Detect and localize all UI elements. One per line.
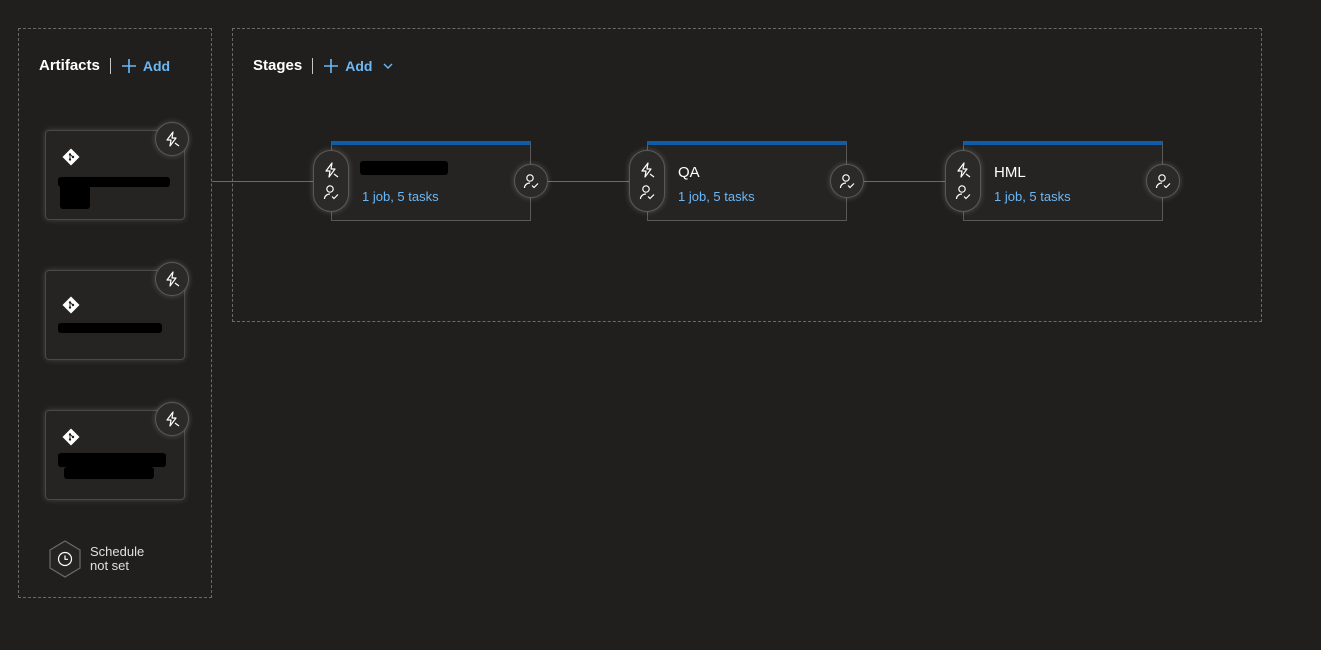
stage-card[interactable]: QA 1 job, 5 tasks — [647, 141, 847, 221]
stages-title: Stages — [253, 57, 303, 74]
stage-connector — [547, 181, 631, 182]
continuous-deployment-trigger-button[interactable] — [155, 122, 189, 156]
git-icon — [62, 148, 80, 166]
stages-header: Stages Add — [253, 57, 394, 74]
add-artifact-button[interactable]: Add — [121, 58, 170, 74]
approver-icon — [523, 173, 539, 189]
pre-deployment-conditions-button[interactable] — [629, 150, 665, 212]
approver-icon — [323, 184, 339, 200]
artifact-name-redacted — [60, 183, 90, 209]
clock-icon — [49, 540, 81, 578]
continuous-deployment-trigger-button[interactable] — [155, 262, 189, 296]
pre-deployment-conditions-button[interactable] — [313, 150, 349, 212]
artifact-stage-connector — [212, 181, 314, 182]
schedule-button[interactable]: Schedule not set — [48, 540, 160, 578]
approver-icon — [1155, 173, 1171, 189]
post-deployment-conditions-button[interactable] — [830, 164, 864, 198]
artifact-name-redacted — [58, 453, 166, 467]
chevron-down-icon — [383, 63, 393, 69]
git-icon — [62, 296, 80, 314]
stage-card[interactable]: HML 1 job, 5 tasks — [963, 141, 1163, 221]
approver-icon — [955, 184, 971, 200]
lightning-icon — [164, 411, 180, 427]
stage-detail[interactable]: 1 job, 5 tasks — [678, 189, 755, 204]
approver-icon — [639, 184, 655, 200]
artifacts-header: Artifacts Add — [39, 57, 170, 74]
schedule-line-1: Schedule — [90, 544, 145, 559]
schedule-line-2: not set — [90, 558, 130, 573]
approver-icon — [839, 173, 855, 189]
add-stage-label: Add — [345, 57, 373, 74]
header-separator — [109, 57, 111, 74]
stage-connector — [863, 181, 947, 182]
stage-card[interactable]: 1 job, 5 tasks — [331, 141, 531, 221]
pre-deployment-conditions-button[interactable] — [945, 150, 981, 212]
stage-detail[interactable]: 1 job, 5 tasks — [362, 189, 439, 204]
stage-detail[interactable]: 1 job, 5 tasks — [994, 189, 1071, 204]
stage-name: HML — [994, 164, 1026, 181]
add-stage-button[interactable]: Add — [323, 58, 394, 74]
artifact-name-redacted — [64, 467, 154, 479]
lightning-icon — [164, 271, 180, 287]
stage-name: QA — [678, 164, 700, 181]
stage-name-redacted — [360, 161, 448, 175]
plus-icon — [121, 58, 136, 73]
git-icon — [62, 428, 80, 446]
lightning-icon — [164, 131, 180, 147]
header-separator — [312, 57, 314, 74]
artifacts-title: Artifacts — [39, 57, 100, 74]
schedule-label: Schedule not set — [90, 545, 160, 573]
add-artifact-label: Add — [142, 57, 171, 74]
post-deployment-conditions-button[interactable] — [1146, 164, 1180, 198]
lightning-icon — [955, 162, 971, 178]
artifact-name-redacted — [58, 323, 162, 333]
post-deployment-conditions-button[interactable] — [514, 164, 548, 198]
lightning-icon — [323, 162, 339, 178]
plus-icon — [324, 58, 339, 73]
lightning-icon — [639, 162, 655, 178]
continuous-deployment-trigger-button[interactable] — [155, 402, 189, 436]
